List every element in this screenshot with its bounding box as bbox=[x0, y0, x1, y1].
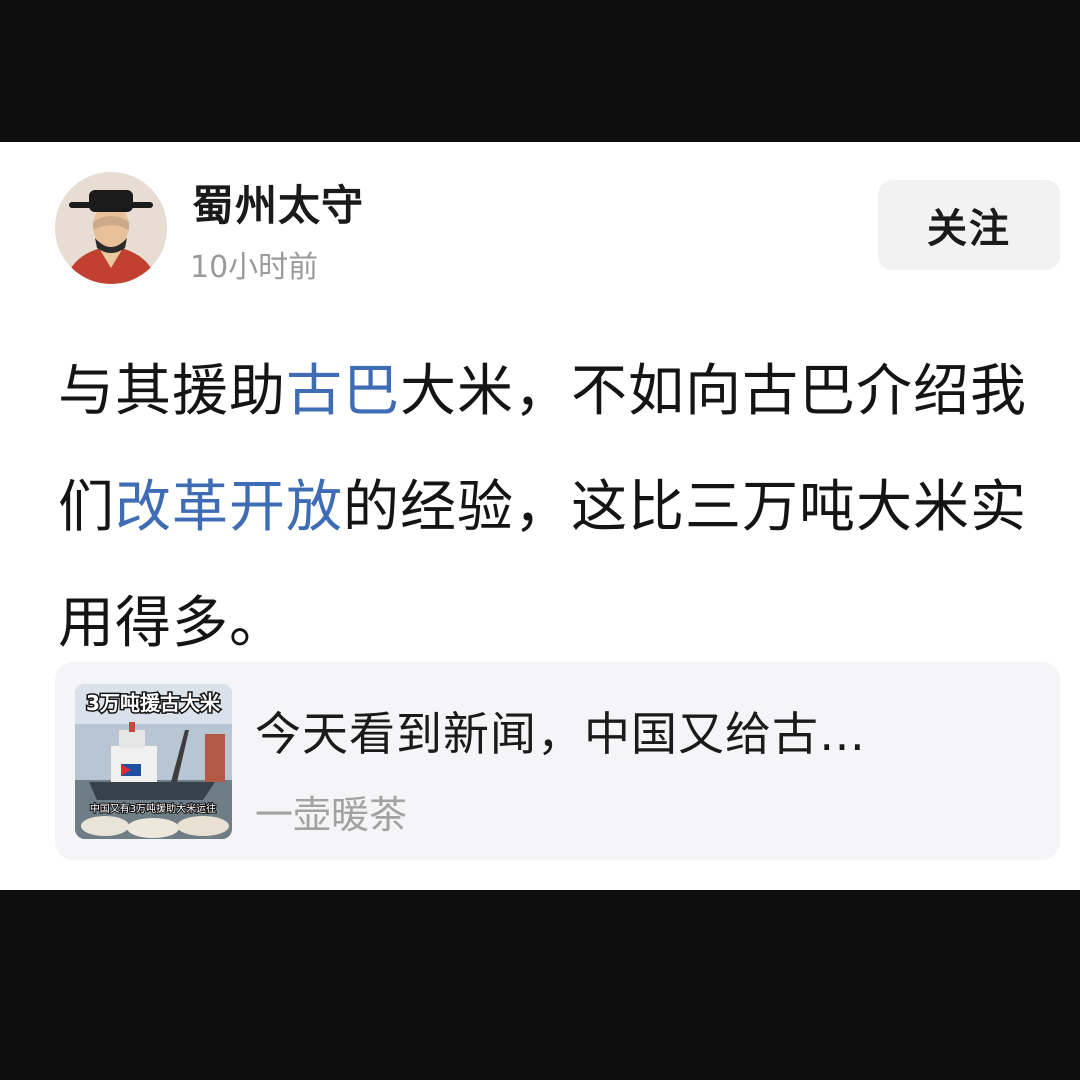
quoted-post-title[interactable]: 今天看到新闻，中国又给古… bbox=[255, 698, 866, 764]
quoted-post-thumbnail[interactable]: 3万吨援古大米 中国又有3万吨援助大米运往 bbox=[75, 684, 232, 839]
post-body: 与其援助古巴大米，不如向古巴介绍我们改革开放的经验，这比三万吨大米实用得多。 bbox=[58, 334, 1048, 682]
ship-image: 3万吨援古大米 中国又有3万吨援助大米运往 bbox=[75, 684, 232, 839]
post-text: 与其援助 bbox=[58, 359, 286, 424]
quoted-post-author[interactable]: 一壶暖茶 bbox=[255, 784, 407, 839]
topic-link-cuba[interactable]: 古巴 bbox=[286, 359, 400, 424]
quoted-post-card[interactable]: 3万吨援古大米 中国又有3万吨援助大米运往 今天看到新闻，中国又给古… 一壶暖茶 bbox=[55, 662, 1060, 860]
thumb-caption-bottom: 中国又有3万吨援助大米运往 bbox=[90, 802, 216, 815]
topic-link-reform[interactable]: 改革开放 bbox=[115, 475, 343, 540]
post-timestamp: 10小时前 bbox=[190, 250, 319, 285]
post-card: 蜀州太守 10小时前 关注 与其援助古巴大米，不如向古巴介绍我们改革开放的经验，… bbox=[0, 142, 1080, 890]
thumb-caption-top: 3万吨援古大米 bbox=[86, 691, 221, 715]
follow-button[interactable]: 关注 bbox=[878, 180, 1060, 270]
author-name[interactable]: 蜀州太守 bbox=[192, 172, 364, 233]
author-avatar[interactable] bbox=[55, 172, 167, 284]
avatar-portrait bbox=[55, 172, 167, 284]
